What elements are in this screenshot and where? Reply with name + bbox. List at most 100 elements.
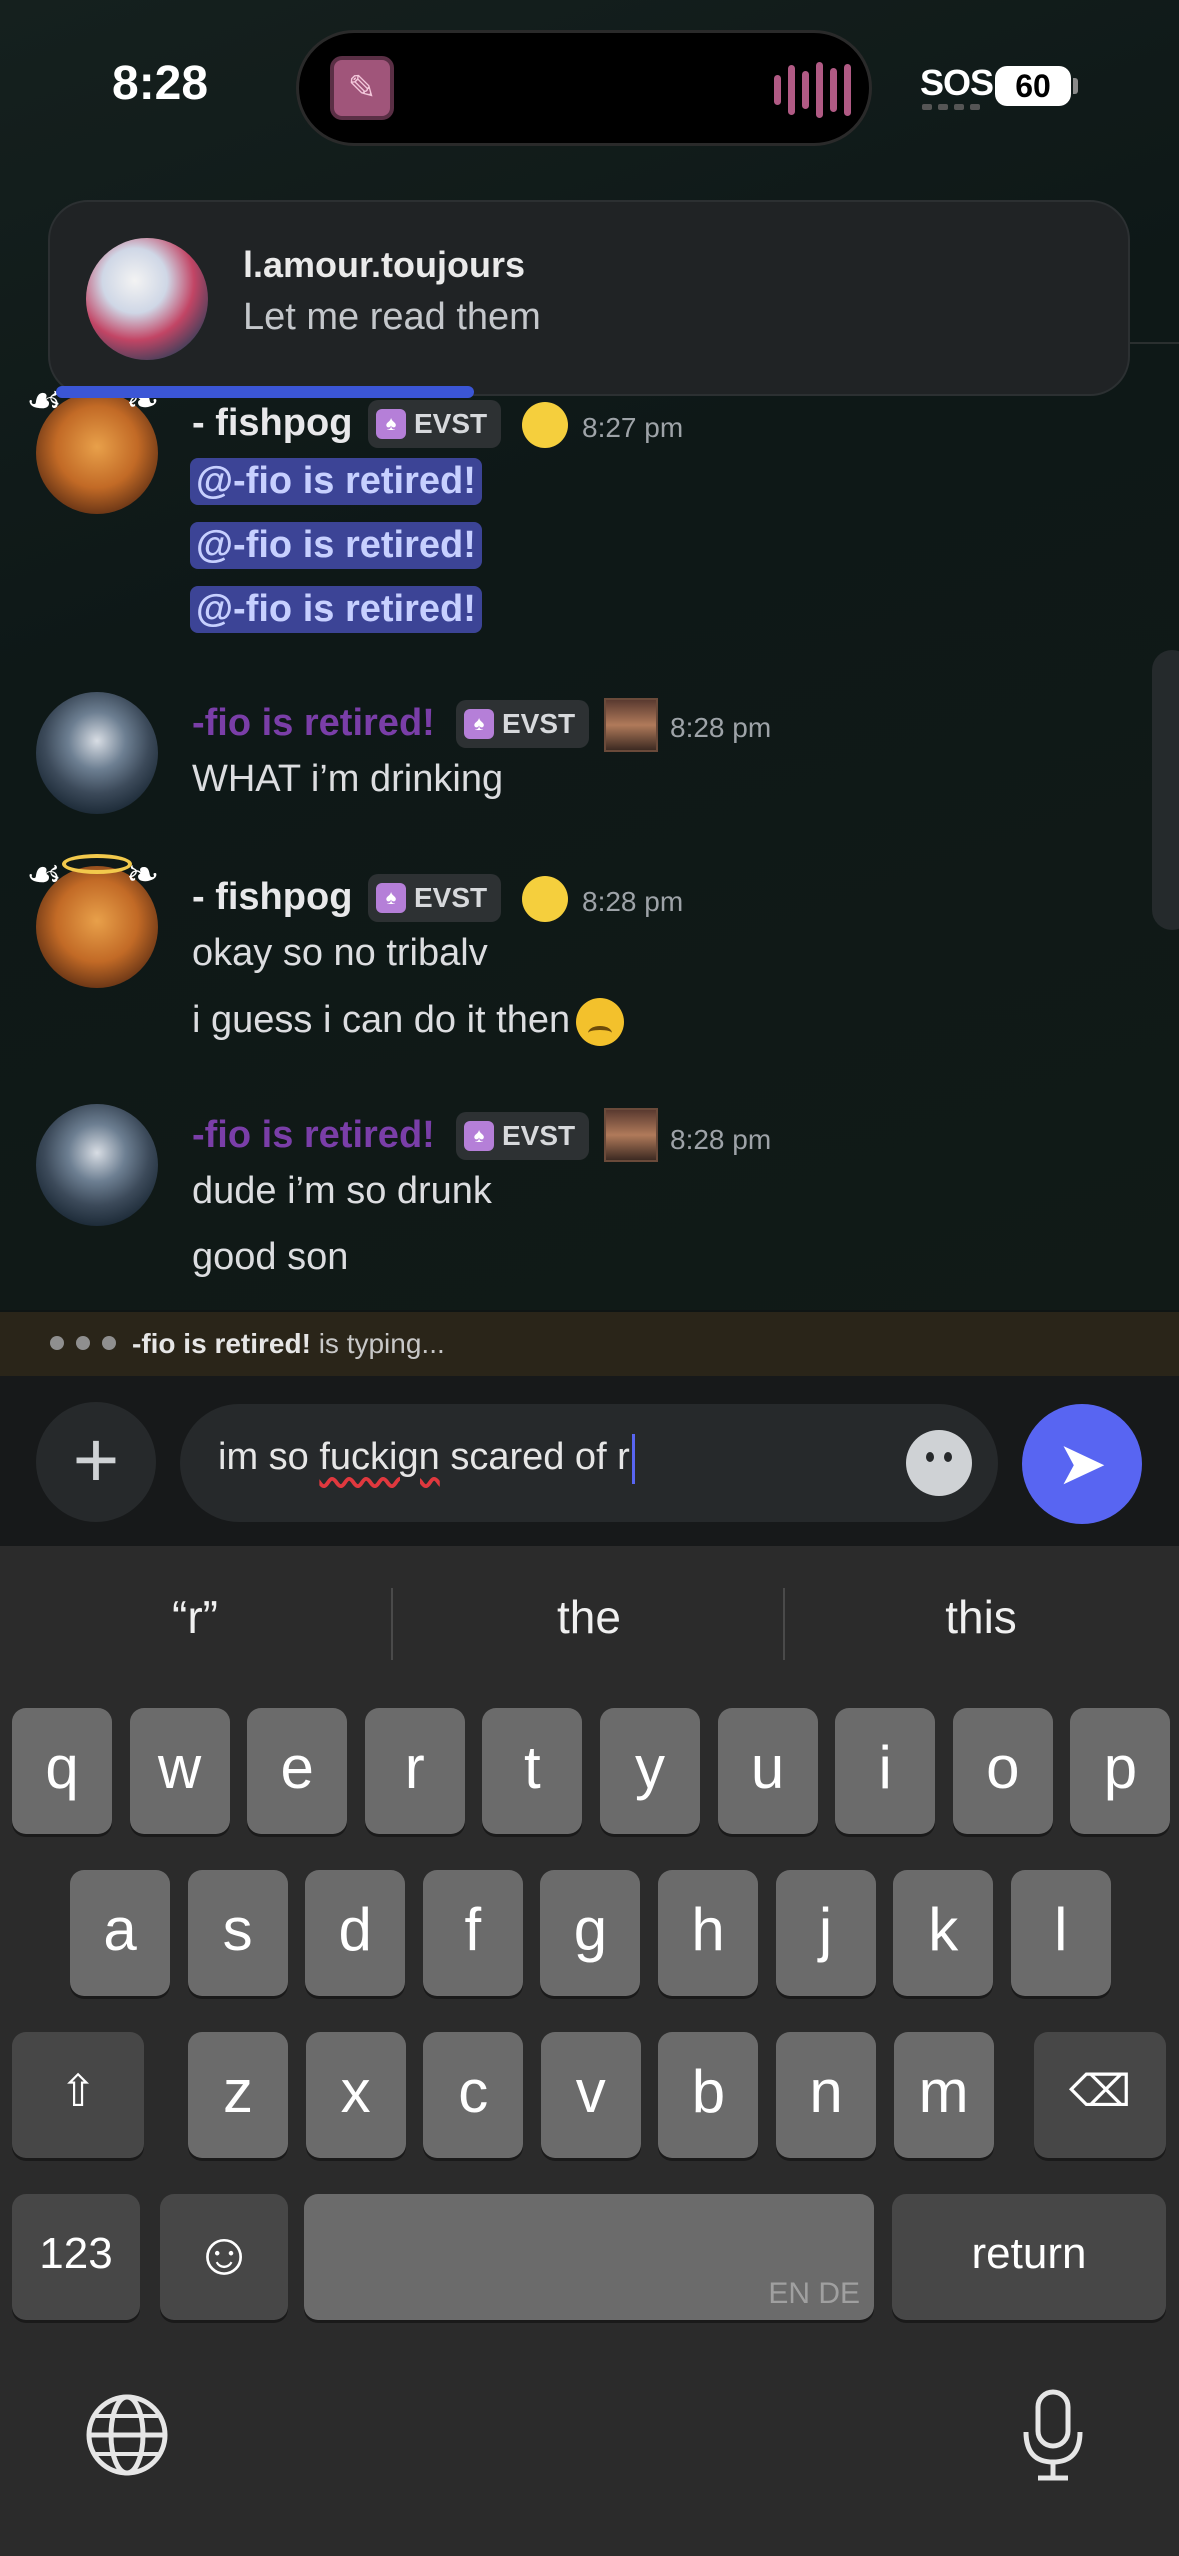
key-o[interactable]: o	[952, 1708, 1053, 1834]
notification-progress	[56, 386, 474, 398]
server-tag[interactable]: ♠ EVST	[456, 700, 590, 748]
text-caret	[631, 1434, 635, 1484]
key-g[interactable]: g	[540, 1870, 641, 1996]
server-tag-label: EVST	[414, 408, 488, 439]
notification-avatar	[86, 238, 208, 360]
now-playing-app-icon[interactable]: ✎	[330, 56, 394, 120]
header-divider	[1130, 342, 1179, 344]
return-key[interactable]: return	[892, 2194, 1166, 2320]
server-tag[interactable]: ♠ EVST	[368, 874, 502, 922]
misspelled-word[interactable]: fuckign	[319, 1436, 439, 1478]
message-timestamp: 8:28 pm	[670, 1124, 772, 1155]
chat-background	[0, 0, 1179, 1310]
message-timestamp: 8:28 pm	[670, 712, 772, 743]
user-mention[interactable]: @-fio is retired!	[190, 586, 482, 633]
key-l[interactable]: l	[1010, 1870, 1111, 1996]
emoji-keyboard-key[interactable]: ☺	[160, 2194, 288, 2320]
server-tag-label: EVST	[502, 1120, 576, 1151]
key-f[interactable]: f	[422, 1870, 523, 1996]
user-mention[interactable]: @-fio is retired!	[190, 458, 482, 505]
key-i[interactable]: i	[835, 1708, 936, 1834]
send-icon: ➤	[1056, 1430, 1108, 1497]
add-attachment-button[interactable]: +	[36, 1402, 156, 1522]
avatar-fio[interactable]	[36, 1104, 158, 1226]
antlers-decoration: ☙	[26, 853, 62, 897]
battery-tip	[1073, 78, 1078, 94]
key-r[interactable]: r	[364, 1708, 465, 1834]
typing-indicator: -fio is retired! is typing...	[132, 1328, 445, 1360]
notification-banner[interactable]	[48, 200, 1130, 396]
suggestion-3[interactable]: this	[786, 1590, 1176, 1644]
server-tag-label: EVST	[414, 882, 488, 913]
key-j[interactable]: j	[775, 1870, 876, 1996]
emoji-picker-button[interactable]	[906, 1430, 972, 1496]
mushroom-icon: ♠	[464, 1121, 494, 1151]
status-time: 8:28	[112, 57, 209, 110]
signal-bars-icon	[922, 104, 980, 110]
suggestion-1[interactable]: “r”	[0, 1590, 390, 1644]
key-d[interactable]: d	[305, 1870, 406, 1996]
microphone-icon[interactable]	[1018, 2388, 1088, 2489]
key-v[interactable]: v	[540, 2032, 641, 2158]
key-b[interactable]: b	[658, 2032, 759, 2158]
notification-message: Let me read them	[243, 296, 541, 338]
battery-indicator: 60	[995, 66, 1071, 106]
key-h[interactable]: h	[658, 1870, 758, 1996]
input-text-part: scared of r	[439, 1436, 630, 1479]
key-m[interactable]: m	[893, 2032, 994, 2158]
message-text: okay so no tribalv	[192, 932, 488, 974]
typing-user: -fio is retired!	[132, 1328, 311, 1359]
author-name[interactable]: -fio is retired!	[192, 1114, 435, 1157]
key-a[interactable]: a	[70, 1870, 170, 1996]
numbers-key[interactable]: 123	[12, 2194, 140, 2320]
message-text: good son	[192, 1236, 349, 1278]
input-text-part: im so	[218, 1436, 320, 1479]
author-name[interactable]: -fio is retired!	[192, 702, 435, 745]
typing-suffix: is typing...	[310, 1328, 445, 1359]
key-z[interactable]: z	[188, 2032, 288, 2158]
key-u[interactable]: u	[717, 1708, 818, 1834]
message-text: WHAT i’m drinking	[192, 758, 504, 800]
author-name[interactable]: - fishpog	[192, 402, 352, 445]
server-tag[interactable]: ♠ EVST	[368, 400, 502, 448]
key-w[interactable]: w	[129, 1708, 230, 1834]
avatar-fio[interactable]	[36, 692, 158, 814]
key-q[interactable]: q	[12, 1708, 112, 1834]
message-timestamp: 8:27 pm	[582, 412, 684, 443]
shift-key[interactable]: ⇧	[12, 2032, 144, 2158]
key-c[interactable]: c	[423, 2032, 524, 2158]
key-t[interactable]: t	[482, 1708, 583, 1834]
halo-decoration	[62, 854, 132, 874]
suggestion-divider	[783, 1588, 785, 1660]
antlers-decoration: ☙	[26, 379, 62, 423]
sos-indicator: SOS	[920, 62, 994, 103]
message-text: i guess i can do it then	[192, 999, 571, 1042]
side-drawer-handle[interactable]	[1152, 650, 1179, 930]
message-timestamp: 8:28 pm	[582, 886, 684, 917]
key-p[interactable]: p	[1070, 1708, 1171, 1834]
profile-badge-image	[604, 698, 658, 752]
backspace-key[interactable]: ⌫	[1034, 2032, 1166, 2158]
mushroom-icon: ♠	[464, 709, 494, 739]
key-y[interactable]: y	[600, 1708, 700, 1834]
suggestion-2[interactable]: the	[394, 1590, 784, 1644]
message-input-text[interactable]: im so fuckign scared of r	[218, 1434, 635, 1484]
key-k[interactable]: k	[893, 1870, 994, 1996]
key-s[interactable]: s	[187, 1870, 288, 1996]
typing-dots-icon	[50, 1336, 116, 1350]
globe-icon[interactable]	[84, 2392, 170, 2483]
key-e[interactable]: e	[247, 1708, 348, 1834]
key-x[interactable]: x	[305, 2032, 406, 2158]
author-name[interactable]: - fishpog	[192, 876, 352, 919]
suggestion-divider	[391, 1588, 393, 1660]
server-tag[interactable]: ♠ EVST	[456, 1112, 590, 1160]
mushroom-icon: ♠	[376, 409, 406, 439]
antlers-decoration: ❧	[126, 853, 160, 897]
send-button[interactable]: ➤	[1022, 1404, 1142, 1524]
space-key[interactable]: EN DE	[304, 2194, 874, 2320]
user-mention[interactable]: @-fio is retired!	[190, 522, 482, 569]
key-n[interactable]: n	[776, 2032, 876, 2158]
mushroom-icon: ♠	[376, 883, 406, 913]
server-tag-label: EVST	[502, 708, 576, 739]
emoji-badge-icon	[522, 876, 568, 922]
